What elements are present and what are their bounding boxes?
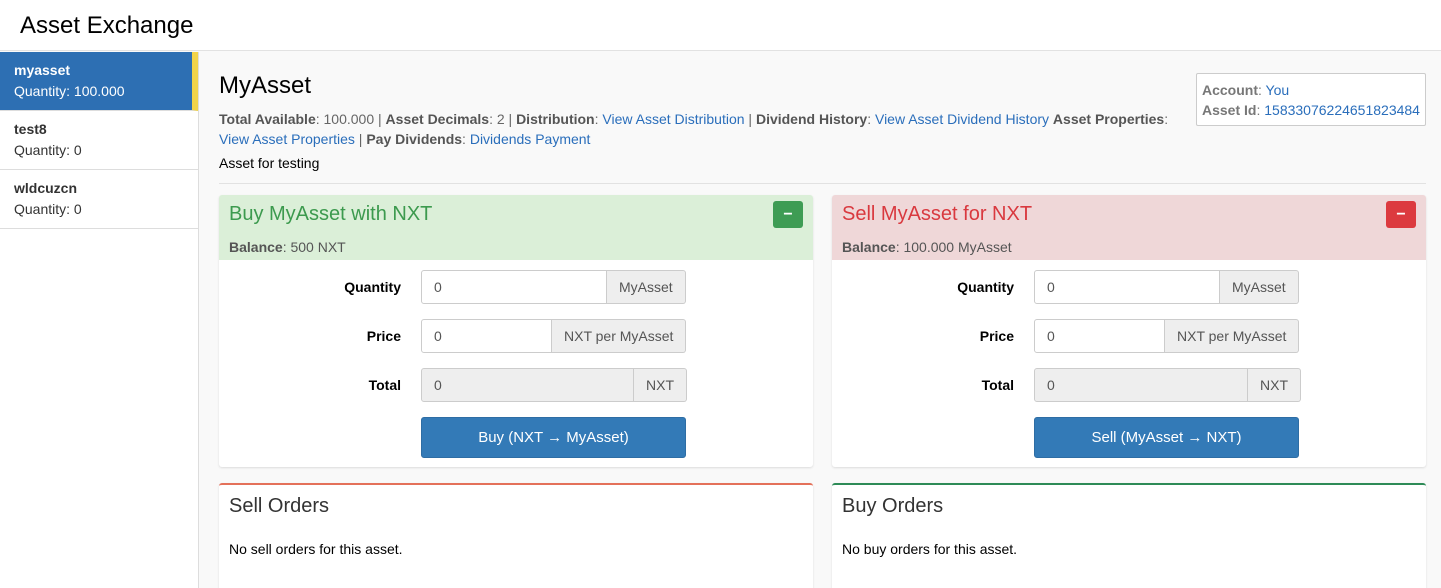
buy-price-label: Price [366,328,401,344]
buy-panel-title: Buy MyAsset with NXT [229,203,433,225]
sell-panel: Sell MyAsset for NXT Balance: 100.000 My… [832,195,1426,467]
sell-button[interactable]: Sell (MyAsset → NXT) [1034,417,1299,458]
buy-total-input [421,368,634,402]
buy-price-input[interactable] [421,319,552,353]
pay-dividends-label: Pay Dividends [366,131,463,147]
buy-orders-title: Buy Orders [842,495,944,517]
asset-id-label: Asset Id [1202,102,1257,118]
sell-balance: Balance: 100.000 MyAsset [842,239,1012,255]
sell-quantity-unit: MyAsset [1220,270,1299,304]
top-bar: Asset Exchange [0,0,1441,51]
buy-orders-panel: Buy Orders No buy orders for this asset. [832,483,1426,588]
sidebar-item-name: myasset [14,62,71,78]
buy-orders-empty: No buy orders for this asset. [842,541,1018,557]
buy-price-unit: NXT per MyAsset [552,319,687,353]
buy-quantity-input[interactable] [421,270,607,304]
sidebar-item-quantity: Quantity: 0 [14,142,82,158]
view-dividend-history-link[interactable]: View Asset Dividend History [875,111,1049,127]
asset-properties-label: Asset Properties [1052,111,1165,127]
dividends-payment-link[interactable]: Dividends Payment [470,131,591,147]
sell-total-row: Total NXT [832,368,1426,402]
buy-collapse-button[interactable]: − [773,201,803,228]
sell-quantity-label: Quantity [957,279,1014,295]
buy-panel-header: Buy MyAsset with NXT Balance: 500 NXT − [219,195,813,260]
total-available-value: 100.000 [323,111,375,127]
sidebar-item-test8[interactable]: test8 Quantity: 0 [0,111,198,170]
minus-icon: − [1396,206,1406,223]
view-distribution-link[interactable]: View Asset Distribution [602,111,744,127]
sidebar-item-wldcuzcn[interactable]: wldcuzcn Quantity: 0 [0,170,198,229]
buy-price-row: Price NXT per MyAsset [219,319,813,353]
sell-collapse-button[interactable]: − [1386,201,1416,228]
buy-total-row: Total NXT [219,368,813,402]
asset-id-link[interactable]: 15833076224651823484 [1264,102,1420,118]
sell-orders-empty: No sell orders for this asset. [229,541,403,557]
buy-balance: Balance: 500 NXT [229,239,346,255]
account-link[interactable]: You [1266,82,1290,98]
sidebar-item-quantity: Quantity: 0 [14,201,82,217]
buy-button[interactable]: Buy (NXT → MyAsset) [421,417,686,458]
asset-sidebar: myasset Quantity: 100.000 test8 Quantity… [0,52,199,588]
buy-total-unit: NXT [634,368,687,402]
sell-price-input[interactable] [1034,319,1165,353]
buy-panel: Buy MyAsset with NXT Balance: 500 NXT − … [219,195,813,467]
distribution-label: Distribution [516,111,595,127]
sell-balance-value: 100.000 MyAsset [903,239,1012,255]
buy-balance-value: 500 NXT [290,239,346,255]
buy-total-label: Total [368,377,401,393]
sell-quantity-row: Quantity MyAsset [832,270,1426,304]
sell-quantity-input[interactable] [1034,270,1220,304]
buy-balance-label: Balance [229,239,283,255]
sidebar-item-name: test8 [14,121,47,137]
buy-quantity-unit: MyAsset [607,270,686,304]
app-title: Asset Exchange [20,12,194,39]
sell-panel-header: Sell MyAsset for NXT Balance: 100.000 My… [832,195,1426,260]
sell-price-label: Price [979,328,1014,344]
sidebar-item-myasset[interactable]: myasset Quantity: 100.000 [0,52,198,111]
sell-price-row: Price NXT per MyAsset [832,319,1426,353]
decimals-label: Asset Decimals [385,111,490,127]
sell-total-input [1034,368,1248,402]
decimals-value: 2 [496,111,505,127]
sell-panel-title: Sell MyAsset for NXT [842,203,1033,225]
minus-icon: − [783,206,793,223]
buy-quantity-label: Quantity [344,279,401,295]
sell-balance-label: Balance [842,239,896,255]
asset-title: MyAsset [219,72,312,99]
sell-total-unit: NXT [1248,368,1301,402]
sidebar-item-name: wldcuzcn [14,180,78,196]
sell-price-unit: NXT per MyAsset [1165,319,1300,353]
sell-total-label: Total [981,377,1014,393]
asset-meta: Total Available: 100.000 | Asset Decimal… [219,111,1169,147]
divider [219,183,1426,184]
dividend-history-label: Dividend History [755,111,868,127]
view-asset-properties-link[interactable]: View Asset Properties [219,131,355,147]
sidebar-item-quantity: Quantity: 100.000 [14,83,125,99]
total-available-label: Total Available [219,111,316,127]
sell-orders-title: Sell Orders [229,495,330,517]
account-label: Account [1202,82,1258,98]
sell-orders-panel: Sell Orders No sell orders for this asse… [219,483,813,588]
buy-quantity-row: Quantity MyAsset [219,270,813,304]
account-info-box: Account: You Asset Id: 15833076224651823… [1196,73,1426,126]
asset-description: Asset for testing [219,155,320,171]
